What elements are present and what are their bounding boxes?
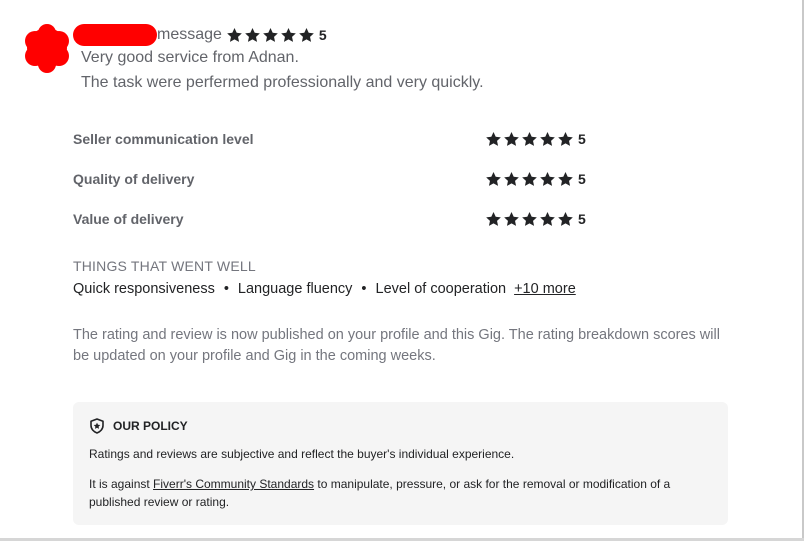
star-icon (540, 212, 555, 226)
star-icon (558, 172, 573, 186)
review-score: 5 (318, 27, 327, 43)
shield-star-icon (90, 418, 104, 434)
went-well-title: THINGS THAT WENT WELL (73, 258, 256, 274)
more-tags-link[interactable]: +10 more (514, 281, 576, 297)
community-standards-link[interactable]: Fiverr's Community Standards (153, 477, 314, 491)
star-icon (245, 28, 260, 42)
rating-row-communication: Seller communication level 5 (73, 129, 593, 149)
star-icon (504, 212, 519, 226)
star-icon (227, 28, 242, 42)
rating-label: Value of delivery (73, 211, 184, 227)
star-icon (540, 172, 555, 186)
went-well-list: Quick responsiveness • Language fluency … (73, 281, 576, 297)
rating-stars (485, 171, 575, 187)
rating-score: 5 (578, 211, 586, 227)
review-stars (226, 27, 316, 43)
rating-score: 5 (578, 131, 586, 147)
rating-row-quality: Quality of delivery 5 (73, 169, 593, 189)
star-icon (504, 172, 519, 186)
rating-row-value: Value of delivery 5 (73, 209, 593, 229)
review-text-line-1: Very good service from Adnan. (81, 49, 299, 66)
rating-label: Seller communication level (73, 131, 254, 147)
went-well-item: Language fluency (237, 281, 353, 297)
star-icon (486, 132, 501, 146)
star-icon (486, 212, 501, 226)
star-icon (558, 132, 573, 146)
publish-notice: The rating and review is now published o… (73, 327, 720, 364)
went-well-item: Quick responsiveness (73, 281, 215, 297)
star-icon (263, 28, 278, 42)
went-well-item: Level of cooperation (375, 281, 507, 297)
policy-paragraph-2: It is against Fiverr's Community Standar… (89, 475, 714, 511)
rating-stars (485, 211, 575, 227)
policy-header: OUR POLICY (89, 418, 188, 434)
avatar-redacted (25, 24, 69, 73)
star-icon (281, 28, 296, 42)
star-icon (522, 172, 537, 186)
rating-stars (485, 131, 575, 147)
star-icon (558, 212, 573, 226)
policy-paragraph-1: Ratings and reviews are subjective and r… (89, 447, 515, 461)
review-text-line-2: The task were perfermed professionally a… (81, 74, 484, 91)
policy-title: OUR POLICY (113, 419, 188, 433)
star-icon (522, 212, 537, 226)
separator-dot: • (223, 281, 229, 297)
policy-box: OUR POLICY Ratings and reviews are subje… (73, 402, 728, 525)
star-icon (486, 172, 501, 186)
rating-label: Quality of delivery (73, 171, 195, 187)
policy-text: It is against (89, 477, 154, 491)
rating-score: 5 (578, 171, 586, 187)
star-icon (299, 28, 314, 42)
reviewer-name-redacted (73, 24, 157, 46)
star-icon (522, 132, 537, 146)
review-header-label: message (157, 26, 222, 43)
star-icon (504, 132, 519, 146)
star-icon (540, 132, 555, 146)
review-header: message 5 (157, 25, 327, 45)
separator-dot: • (361, 281, 367, 297)
